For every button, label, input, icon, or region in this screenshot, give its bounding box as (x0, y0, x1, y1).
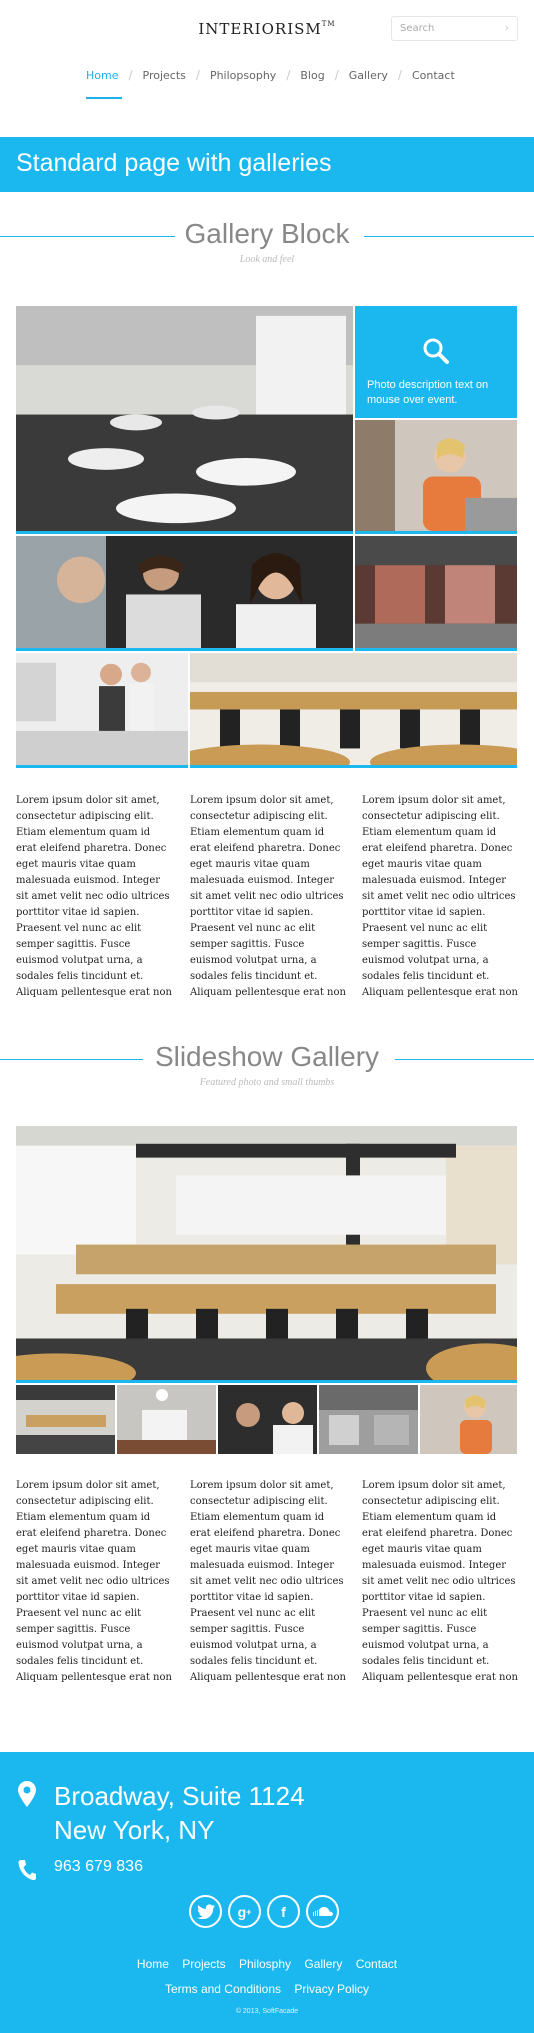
nav-item-blog[interactable]: Blog (300, 69, 324, 82)
photo-image (355, 420, 517, 531)
footer-nav: Home Projects Philosphy Gallery Contact (0, 1957, 534, 1971)
nav-separator: / (334, 68, 339, 82)
phone-icon (18, 1860, 36, 1881)
address-line-1: Broadway, Suite 1124 (54, 1781, 305, 1811)
footer-link-terms[interactable]: Terms and Conditions (165, 1982, 281, 1996)
photo-image (16, 653, 188, 765)
footer-link-contact[interactable]: Contact (356, 1957, 397, 1971)
photo-image (420, 1385, 517, 1454)
page-title-bar: Standard page with galleries (0, 137, 534, 192)
footer-link-privacy[interactable]: Privacy Policy (294, 1982, 369, 1996)
nav-separator: / (286, 68, 291, 82)
gallery-photo-classroom[interactable] (16, 306, 353, 534)
map-pin-icon (18, 1781, 36, 1807)
slideshow-featured-photo[interactable] (16, 1126, 517, 1383)
footer-link-philosophy[interactable]: Philosphy (239, 1957, 291, 1971)
site-footer: Broadway, Suite 1124 New York, NY 963 67… (0, 1752, 534, 2033)
nav-separator: / (195, 68, 200, 82)
text-column: Lorem ipsum dolor sit amet, consectetur … (16, 795, 172, 998)
nav-item-home[interactable]: Home (86, 69, 124, 99)
gallery-photo-couple[interactable] (16, 653, 188, 768)
slideshow-thumb[interactable] (420, 1385, 517, 1454)
nav-item-contact[interactable]: Contact (412, 69, 455, 82)
gallery-block-heading: Gallery Block Look and feel (0, 218, 534, 265)
divider (395, 1059, 534, 1060)
photo-image (355, 536, 517, 648)
section-subtitle: Featured photo and small thumbs (199, 1077, 335, 1088)
photo-image (190, 653, 517, 765)
google-plus-icon[interactable]: g + (228, 1895, 261, 1928)
footer-legal-links: Terms and Conditions Privacy Policy (0, 1982, 534, 1996)
footer-link-projects[interactable]: Projects (182, 1957, 225, 1971)
footer-phone[interactable]: 963 679 836 (54, 1858, 143, 1876)
chevron-right-icon[interactable]: › (505, 21, 509, 34)
footer-address: Broadway, Suite 1124 New York, NY (54, 1779, 305, 1847)
footer-link-home[interactable]: Home (137, 1957, 169, 1971)
text-column: Lorem ipsum dolor sit amet, consectetur … (362, 1480, 518, 1683)
photo-image (16, 536, 353, 648)
soundcloud-icon[interactable] (306, 1895, 339, 1928)
footer-link-gallery[interactable]: Gallery (304, 1957, 342, 1971)
site-header: INTERIORISMTM › Home / Projects / Philop… (0, 0, 534, 138)
nav-separator: / (128, 68, 133, 82)
divider (364, 236, 534, 237)
social-links: g + f (189, 1895, 339, 1928)
nav-item-gallery[interactable]: Gallery (349, 69, 388, 82)
facebook-icon[interactable]: f (267, 1895, 300, 1928)
gallery-photo-people[interactable] (16, 536, 353, 651)
page-title: Standard page with galleries (16, 149, 332, 177)
nav-item-projects[interactable]: Projects (143, 69, 186, 82)
section-subtitle: Look and feel (239, 254, 295, 265)
divider (0, 1059, 143, 1060)
slideshow-heading: Slideshow Gallery Featured photo and sma… (0, 1041, 534, 1088)
text-column: Lorem ipsum dolor sit amet, consectetur … (190, 1480, 346, 1683)
nav-separator: / (397, 68, 402, 82)
gallery-photo-office-corridor[interactable] (355, 536, 517, 651)
slideshow-thumb[interactable] (16, 1385, 115, 1454)
search-icon (423, 338, 449, 364)
slideshow-thumb[interactable] (319, 1385, 418, 1454)
section-title: Gallery Block (184, 218, 350, 249)
divider (0, 236, 175, 237)
text-column: Lorem ipsum dolor sit amet, consectetur … (16, 1480, 172, 1683)
overlay-description: Photo description text on mouse over eve… (367, 379, 489, 406)
photo-image (16, 1385, 115, 1454)
search-input[interactable] (392, 17, 492, 40)
slideshow-thumb[interactable] (218, 1385, 317, 1454)
photo-image (319, 1385, 418, 1454)
photo-image (117, 1385, 216, 1454)
text-column: Lorem ipsum dolor sit amet, consectetur … (190, 795, 346, 998)
text-column: Lorem ipsum dolor sit amet, consectetur … (362, 795, 518, 998)
main-nav: Home / Projects / Philopsophy / Blog / G… (86, 67, 455, 99)
section-title: Slideshow Gallery (154, 1041, 380, 1072)
gallery-photo-workshop[interactable] (190, 653, 517, 768)
photo-image (218, 1385, 317, 1454)
slideshow-thumb[interactable] (117, 1385, 216, 1454)
copyright: © 2013, SoftFacade (235, 2008, 299, 2015)
twitter-icon[interactable] (189, 1895, 222, 1928)
search-box[interactable]: › (391, 16, 518, 41)
photo-image (16, 1126, 517, 1380)
gallery-photo-woman-laptop[interactable] (355, 420, 517, 534)
photo-image (16, 306, 353, 531)
nav-item-philosophy[interactable]: Philopsophy (210, 69, 276, 82)
address-line-2: New York, NY (54, 1815, 215, 1845)
photo-hover-overlay[interactable]: Photo description text on mouse over eve… (355, 306, 517, 418)
